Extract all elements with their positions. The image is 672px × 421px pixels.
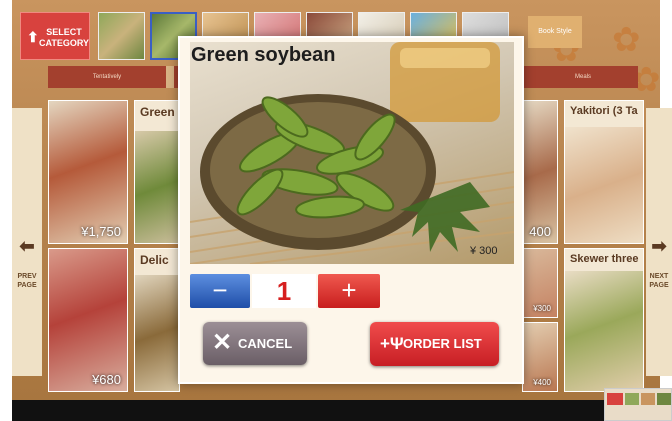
dish-image [135, 275, 179, 391]
menu-card-price: ¥400 [533, 378, 551, 387]
menu-card-price: ¥1,750 [81, 224, 121, 239]
menu-card-title: Delic [140, 253, 169, 267]
tab-meals[interactable]: Meals [528, 66, 638, 88]
dish-image [565, 271, 643, 391]
category-thumbnail[interactable] [98, 12, 145, 60]
close-x-icon: ✕ [212, 329, 233, 356]
menu-card[interactable]: 400 [522, 100, 558, 244]
menu-card[interactable]: ¥400 [522, 322, 558, 392]
menu-card[interactable]: ¥300 [522, 248, 558, 318]
item-name: Green soybean [191, 44, 336, 66]
screenshot-thumbnail [604, 388, 672, 421]
menu-card[interactable]: Delic [134, 248, 180, 392]
menu-card[interactable]: ¥1,750 [48, 100, 128, 244]
dish-image [49, 249, 127, 391]
menu-card[interactable]: ¥680 [48, 248, 128, 392]
menu-card-price: 400 [529, 224, 551, 239]
item-photo [190, 42, 514, 264]
cancel-label: CANCEL [238, 336, 293, 351]
cancel-button[interactable]: ✕ CANCEL [203, 322, 307, 365]
prev-page-button[interactable]: ⬅ PREV PAGE [12, 108, 42, 376]
prev-page-label: PREV PAGE [17, 273, 37, 289]
left-arrow-icon: ⬅ [19, 236, 35, 256]
select-category-button[interactable]: ⬆ SELECT CATEGORY [20, 12, 90, 60]
increase-quantity-button[interactable]: + [318, 274, 380, 308]
fork-knife-plus-icon: +Ψ [380, 334, 404, 353]
bottom-bar [12, 400, 660, 421]
right-arrow-icon: ➡ [651, 236, 667, 256]
edamame-image [190, 42, 514, 264]
dish-image [49, 101, 127, 243]
next-page-label: NEXT PAGE [649, 273, 669, 289]
up-arrow-icon: ⬆ [27, 29, 39, 45]
dish-image [135, 131, 179, 243]
menu-card[interactable]: Green [134, 100, 180, 244]
quantity-value: 1 [252, 274, 316, 308]
tab-divider [166, 66, 174, 88]
menu-card[interactable]: Yakitori (3 Ta [564, 100, 644, 244]
menu-card-title: Yakitori (3 Ta [570, 105, 638, 117]
item-price: ¥ 300 [470, 245, 498, 257]
decrease-quantity-button[interactable]: − [190, 274, 250, 308]
order-list-label: ORDER LIST [403, 336, 482, 351]
tab-tentatively[interactable]: Tentatively [48, 66, 166, 88]
menu-card-title: Skewer three [570, 253, 639, 265]
dish-image [565, 127, 643, 243]
menu-card[interactable]: Skewer three [564, 248, 644, 392]
menu-card-title: Green [140, 105, 175, 119]
order-list-button[interactable]: +Ψ ORDER LIST [370, 322, 499, 366]
menu-card-price: ¥680 [92, 372, 121, 387]
select-category-label: SELECT CATEGORY [39, 27, 90, 48]
menu-card-price: ¥300 [533, 304, 551, 313]
next-page-button[interactable]: ➡ NEXT PAGE [646, 108, 672, 376]
book-style-button[interactable]: Book Style [528, 16, 582, 48]
maple-leaf-decoration: ✿ [612, 21, 641, 59]
dish-image [523, 101, 557, 243]
